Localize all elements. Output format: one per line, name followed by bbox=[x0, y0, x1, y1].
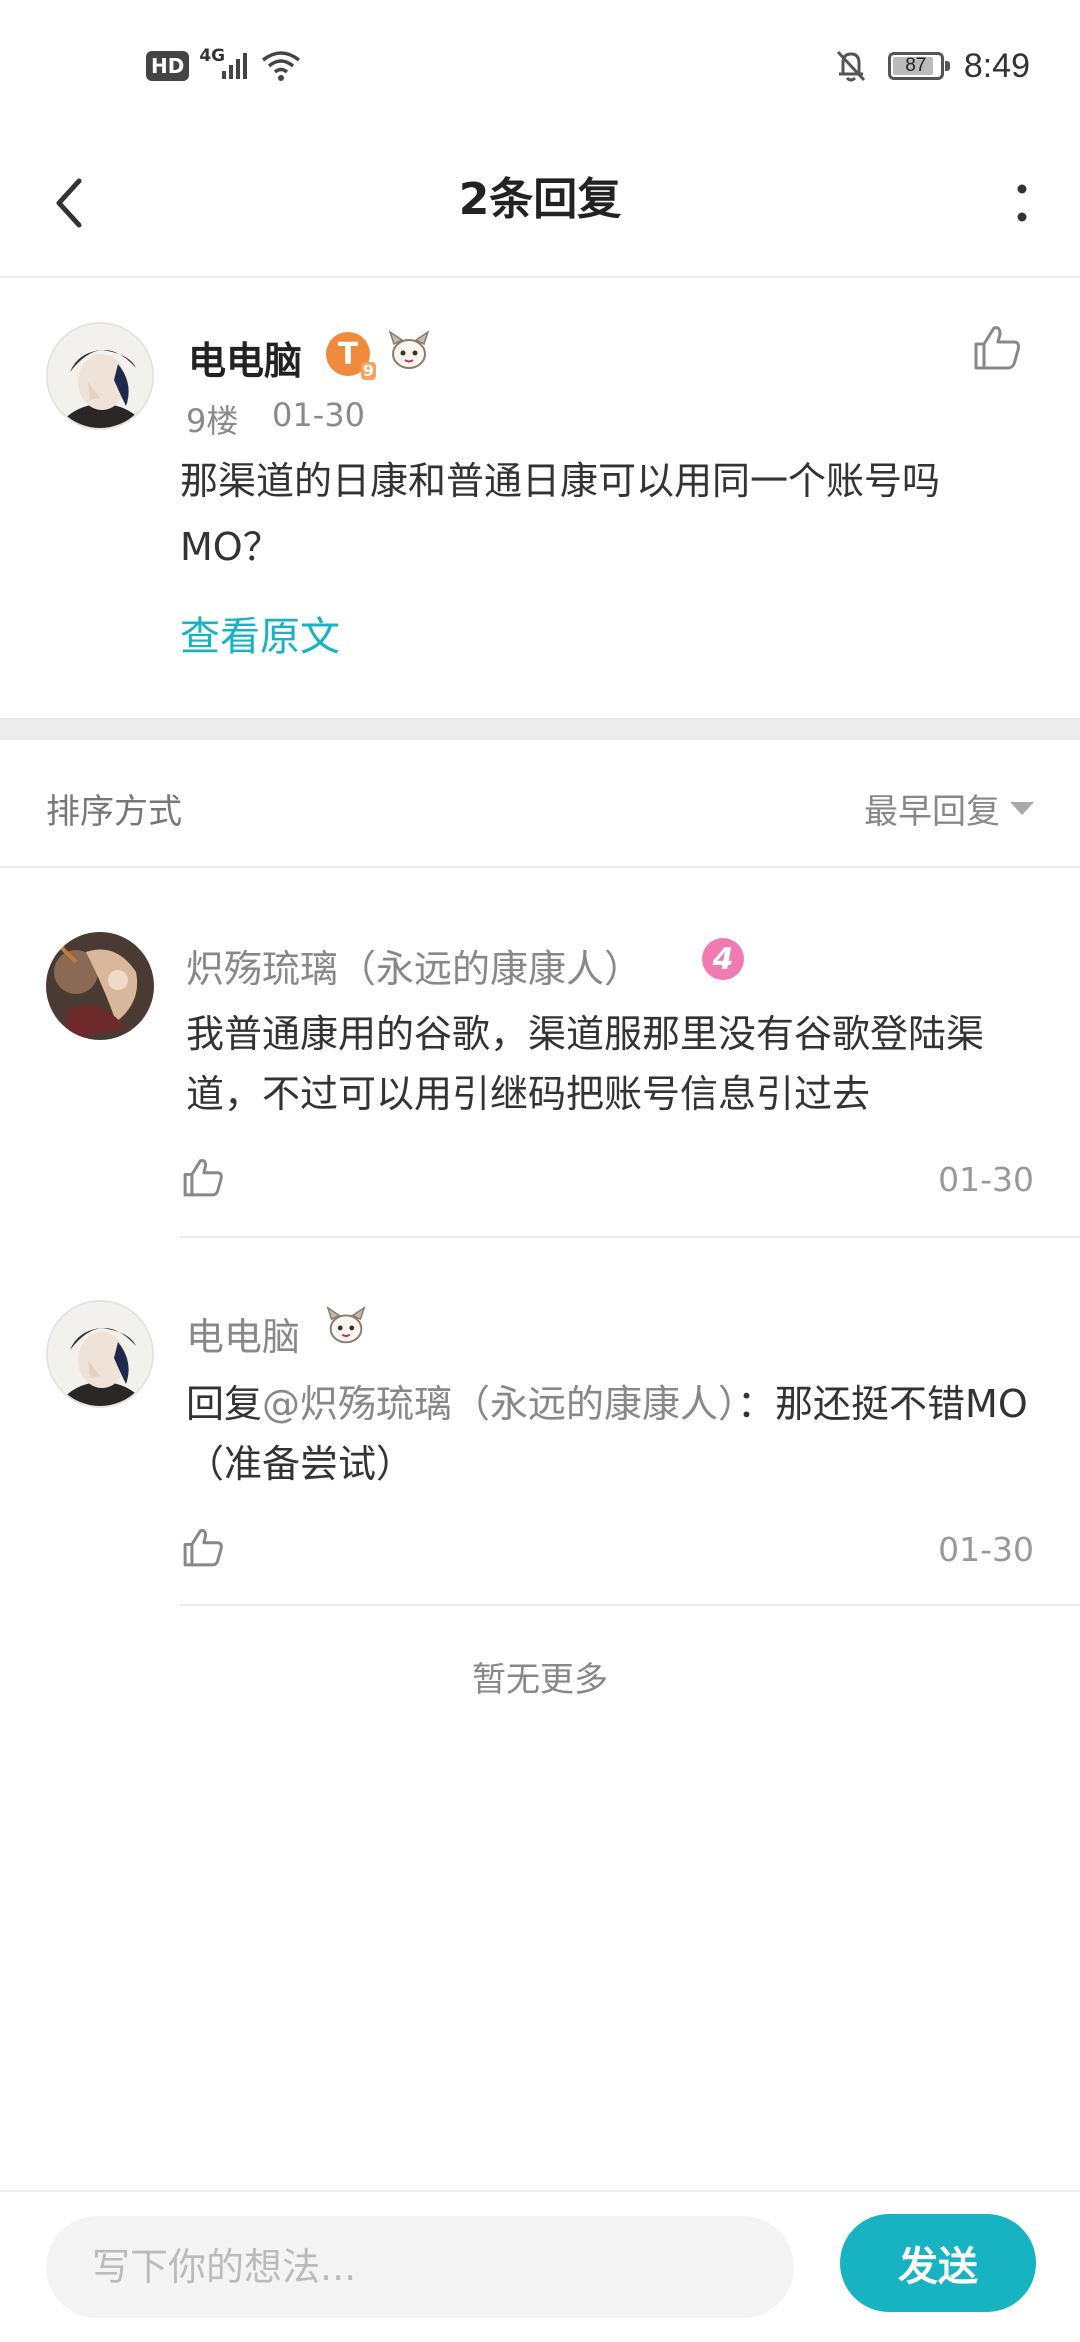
network-type: 4G bbox=[199, 46, 226, 66]
post-content: 那渠道的日康和普通日康可以用同一个账号吗MO？ bbox=[180, 459, 941, 569]
reply-avatar[interactable] bbox=[46, 1300, 154, 1408]
reply-like-icon[interactable] bbox=[180, 1524, 226, 1570]
reply-content: 我普通康用的谷歌，渠道服那里没有谷歌登陆渠道，不过可以用引继码把账号信息引过去 bbox=[186, 1012, 985, 1116]
sort-divider bbox=[0, 866, 1080, 868]
reply-author-name[interactable]: 电电脑 bbox=[186, 1306, 300, 1361]
mute-bell-icon bbox=[836, 50, 865, 82]
avatar-image bbox=[48, 1302, 152, 1406]
reply-date: 01-30 bbox=[938, 1530, 1034, 1569]
level-badge: T 9 bbox=[326, 332, 376, 380]
reply-like-icon[interactable] bbox=[180, 1154, 226, 1200]
composer-bar: 发送 bbox=[0, 2190, 1080, 2342]
section-divider bbox=[0, 718, 1080, 740]
battery-icon: 87 bbox=[887, 52, 950, 80]
comment-input[interactable] bbox=[46, 2216, 794, 2318]
more-vertical-icon bbox=[1017, 184, 1027, 222]
post-date: 01-30 bbox=[272, 396, 365, 434]
status-left-icons: HD 4G bbox=[146, 46, 301, 86]
battery-level: 87 bbox=[905, 55, 927, 76]
reply-author-name[interactable]: 炽殇琉璃（永远的康康人） bbox=[186, 938, 642, 993]
more-button[interactable] bbox=[992, 168, 1052, 238]
page-title: 2条回复 bbox=[458, 174, 622, 225]
status-right: 87 8:49 bbox=[834, 44, 1030, 88]
wifi-icon bbox=[262, 51, 301, 81]
mention-link[interactable]: @炽殇琉璃（永远的康康人） bbox=[262, 1382, 737, 1426]
nav-bar: 2条回复 bbox=[0, 130, 1080, 278]
level-badge-sub: 9 bbox=[360, 361, 376, 380]
view-original-link[interactable]: 查看原文 bbox=[180, 604, 340, 662]
post-author-avatar[interactable] bbox=[46, 322, 154, 430]
avatar-image bbox=[48, 324, 152, 428]
reply-content: 回复@炽殇琉璃（永远的康康人）：那还挺不错MO（准备尝试） bbox=[186, 1374, 1046, 1494]
no-more-text: 暂无更多 bbox=[472, 1660, 608, 1700]
reply-avatar[interactable] bbox=[46, 932, 154, 1040]
post-like-icon[interactable] bbox=[970, 320, 1024, 374]
reply-divider bbox=[180, 1236, 1080, 1238]
clock: 8:49 bbox=[963, 46, 1030, 85]
caret-down-icon bbox=[1010, 802, 1034, 815]
reply-prefix: 回复 bbox=[186, 1382, 263, 1426]
reply-date: 01-30 bbox=[938, 1160, 1034, 1199]
sort-label: 排序方式 bbox=[46, 792, 182, 832]
post-author-name[interactable]: 电电脑 bbox=[188, 330, 302, 385]
status-bar: HD 4G 87 8:49 bbox=[0, 0, 1080, 130]
level-4-badge: 4 bbox=[702, 938, 744, 980]
avatar-image bbox=[46, 932, 154, 1040]
sort-value: 最早回复 bbox=[864, 792, 1000, 832]
send-button[interactable]: 发送 bbox=[840, 2214, 1036, 2312]
mascot-badge-icon bbox=[388, 330, 430, 369]
hd-icon: HD bbox=[146, 51, 190, 81]
mascot-badge-icon bbox=[326, 1305, 366, 1344]
post-floor: 9楼 bbox=[186, 402, 239, 440]
reply-divider bbox=[180, 1604, 1080, 1606]
sort-dropdown[interactable]: 最早回复 bbox=[864, 784, 1034, 833]
level-badge-text: T bbox=[337, 336, 359, 372]
signal-icon bbox=[222, 53, 248, 79]
